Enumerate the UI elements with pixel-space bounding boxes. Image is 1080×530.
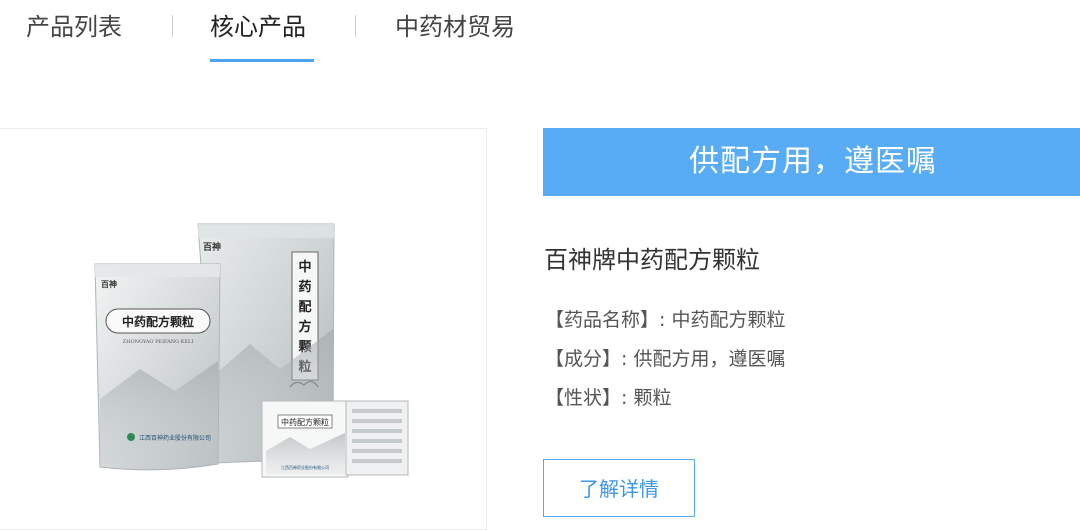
tab-bar: 产品列表 核心产品 中药材贸易	[0, 0, 1080, 62]
product-package-illustration: 百神 中 药 配 方 颗 粒 百神 中药配方颗粒 ZHONGYAO PEIFAN…	[94, 223, 409, 478]
svg-text:百神: 百神	[101, 279, 117, 289]
svg-text:江西百神药业股份有限公司: 江西百神药业股份有限公司	[139, 434, 211, 442]
detail-properties: 【性状】: 颗粒	[545, 387, 672, 409]
dosage-banner: 供配方用，遵医嘱	[543, 128, 1080, 196]
svg-text:方: 方	[298, 319, 311, 335]
svg-text:中药配方颗粒: 中药配方颗粒	[281, 417, 329, 427]
svg-text:药: 药	[298, 279, 311, 295]
small-sachet: 中药配方颗粒 江西百神药业股份有限公司	[261, 400, 349, 478]
package-pinyin: ZHONGYAO PEIFANG KELI	[123, 339, 194, 345]
product-title: 百神牌中药配方颗粒	[544, 246, 760, 274]
brand-mark: 百神	[203, 241, 221, 253]
tab-separator	[172, 15, 173, 37]
tab-herbal-trade[interactable]: 中药材贸易	[395, 10, 515, 44]
package-name: 中药配方颗粒	[122, 314, 194, 329]
sachet-back	[345, 400, 409, 476]
svg-text:中: 中	[298, 259, 311, 275]
learn-more-button[interactable]: 了解详情	[543, 459, 695, 517]
svg-text:配: 配	[298, 300, 311, 315]
product-image[interactable]: 百神 中 药 配 方 颗 粒 百神 中药配方颗粒 ZHONGYAO PEIFAN…	[0, 128, 487, 530]
detail-drug-name: 【药品名称】: 中药配方颗粒	[545, 309, 786, 331]
tab-core-products[interactable]: 核心产品	[210, 10, 306, 44]
front-bag: 百神 中药配方颗粒 ZHONGYAO PEIFANG KELI 江西百神药业股份…	[94, 263, 221, 471]
active-tab-indicator	[210, 59, 314, 62]
svg-text:江西百神药业股份有限公司: 江西百神药业股份有限公司	[281, 464, 329, 470]
detail-ingredients: 【成分】: 供配方用，遵医嘱	[545, 348, 786, 370]
tab-product-list[interactable]: 产品列表	[26, 10, 122, 44]
tab-separator	[355, 15, 356, 37]
